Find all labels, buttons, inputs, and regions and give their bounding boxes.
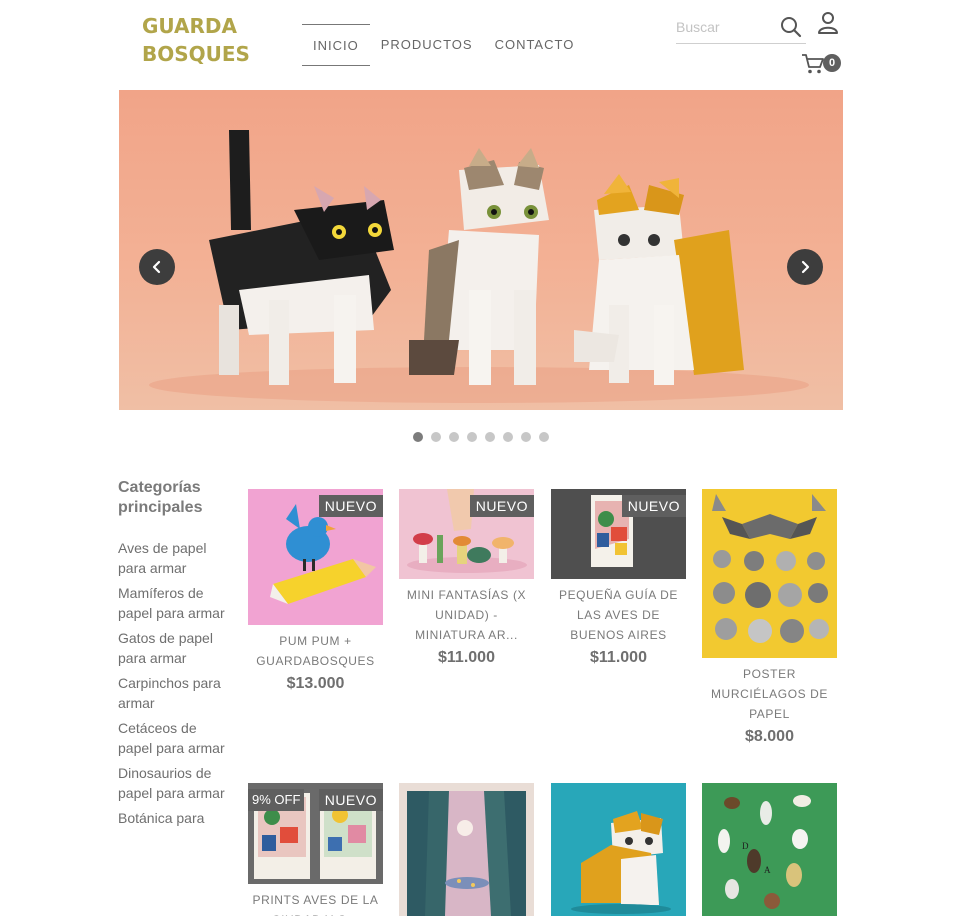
sidebar-item-aves[interactable]: Aves de papel para armar (118, 538, 228, 578)
svg-text:A: A (764, 865, 771, 875)
slider-dot[interactable] (467, 432, 477, 442)
slider-dot[interactable] (539, 432, 549, 442)
nav-item-inicio[interactable]: INICIO (302, 24, 370, 66)
main-nav: INICIO PRODUCTOS CONTACTO (302, 24, 585, 66)
slider-dot[interactable] (503, 432, 513, 442)
product-card[interactable]: NUEVO PEQUEÑA GUÍA DE LAS AVES DE BUENOS… (551, 489, 686, 667)
product-card[interactable]: D A (702, 783, 837, 916)
sidebar-item-gatos[interactable]: Gatos de papel para armar (118, 628, 228, 668)
product-image[interactable] (702, 489, 837, 658)
badge-nuevo: NUEVO (318, 789, 383, 811)
slider-dot[interactable] (485, 432, 495, 442)
cart-count-badge: 0 (823, 54, 841, 72)
slider-dot[interactable] (449, 432, 459, 442)
nav-item-contacto[interactable]: CONTACTO (484, 24, 586, 66)
discount-badge: 9% OFF (248, 789, 305, 811)
search-icon[interactable] (780, 16, 802, 38)
sidebar-title: Categorías principales (118, 479, 203, 516)
sidebar-item-cetaceos[interactable]: Cetáceos de papel para armar (118, 718, 228, 758)
product-image[interactable]: NUEVO (248, 489, 383, 625)
user-icon[interactable] (817, 11, 839, 35)
product-image[interactable]: 9% OFF NUEVO (248, 783, 383, 884)
cart-icon[interactable] (801, 53, 825, 75)
product-name[interactable]: PEQUEÑA GUÍA DE LAS AVES DE BUENOS AIRES (551, 585, 686, 645)
product-image[interactable]: NUEVO (399, 489, 534, 579)
sidebar-item-mamiferos[interactable]: Mamíferos de papel para armar (118, 583, 228, 623)
product-image[interactable] (399, 783, 534, 916)
nav-item-productos[interactable]: PRODUCTOS (370, 24, 484, 66)
product-price: $11.000 (438, 649, 495, 666)
slider-dot[interactable] (413, 432, 423, 442)
product-price: $13.000 (286, 675, 345, 692)
sidebar-item-botanica[interactable]: Botánica para (118, 808, 228, 828)
product-card[interactable]: POSTER MURCIÉLAGOS DE PAPEL $8.000 (702, 489, 837, 746)
hero-slide-image[interactable] (119, 90, 843, 410)
product-price: $11.000 (590, 649, 647, 666)
search-input[interactable] (676, 12, 776, 42)
slider-next-button[interactable] (787, 249, 823, 285)
slider-dot[interactable] (521, 432, 531, 442)
brand-logo-line2: BOSQUES (142, 42, 250, 66)
product-name[interactable]: MINI FANTASÍAS (X UNIDAD) - MINIATURA AR… (399, 585, 534, 645)
product-card[interactable]: 9% OFF NUEVO PRINTS AVES DE LA CIUDAD Y … (248, 783, 383, 916)
slider-dot[interactable] (431, 432, 441, 442)
sidebar-item-dinosaurios[interactable]: Dinosaurios de papel para armar (118, 763, 228, 803)
product-image[interactable]: D A (702, 783, 837, 916)
chevron-right-icon (801, 260, 810, 274)
slider-pagination (413, 432, 557, 442)
badge-nuevo: NUEVO (318, 495, 383, 517)
search-box (676, 12, 806, 44)
product-card[interactable]: NUEVO PUM PUM + GUARDABOSQUES $13.000 (248, 489, 383, 693)
product-image[interactable]: NUEVO (551, 489, 686, 579)
product-image[interactable] (551, 783, 686, 916)
product-card[interactable]: NUEVO MINI FANTASÍAS (X UNIDAD) - MINIAT… (399, 489, 534, 667)
product-name[interactable]: PRINTS AVES DE LA CIUDAD Y O... (248, 890, 383, 916)
sidebar-item-carpinchos[interactable]: Carpinchos para armar (118, 673, 228, 713)
product-name[interactable]: PUM PUM + GUARDABOSQUES (248, 631, 383, 671)
brand-logo[interactable]: GUARDA BOSQUES (142, 14, 250, 74)
svg-text:D: D (742, 841, 749, 851)
slider-prev-button[interactable] (139, 249, 175, 285)
category-sidebar: Categorías principales Aves de papel par… (118, 478, 228, 833)
product-price: $8.000 (745, 728, 794, 745)
chevron-left-icon (152, 260, 161, 274)
badge-nuevo: NUEVO (469, 495, 534, 517)
product-card[interactable] (551, 783, 686, 916)
badge-nuevo: NUEVO (621, 495, 686, 517)
brand-logo-line1: GUARDA (142, 14, 237, 38)
product-name[interactable]: POSTER MURCIÉLAGOS DE PAPEL (702, 664, 837, 724)
product-card[interactable] (399, 783, 534, 916)
